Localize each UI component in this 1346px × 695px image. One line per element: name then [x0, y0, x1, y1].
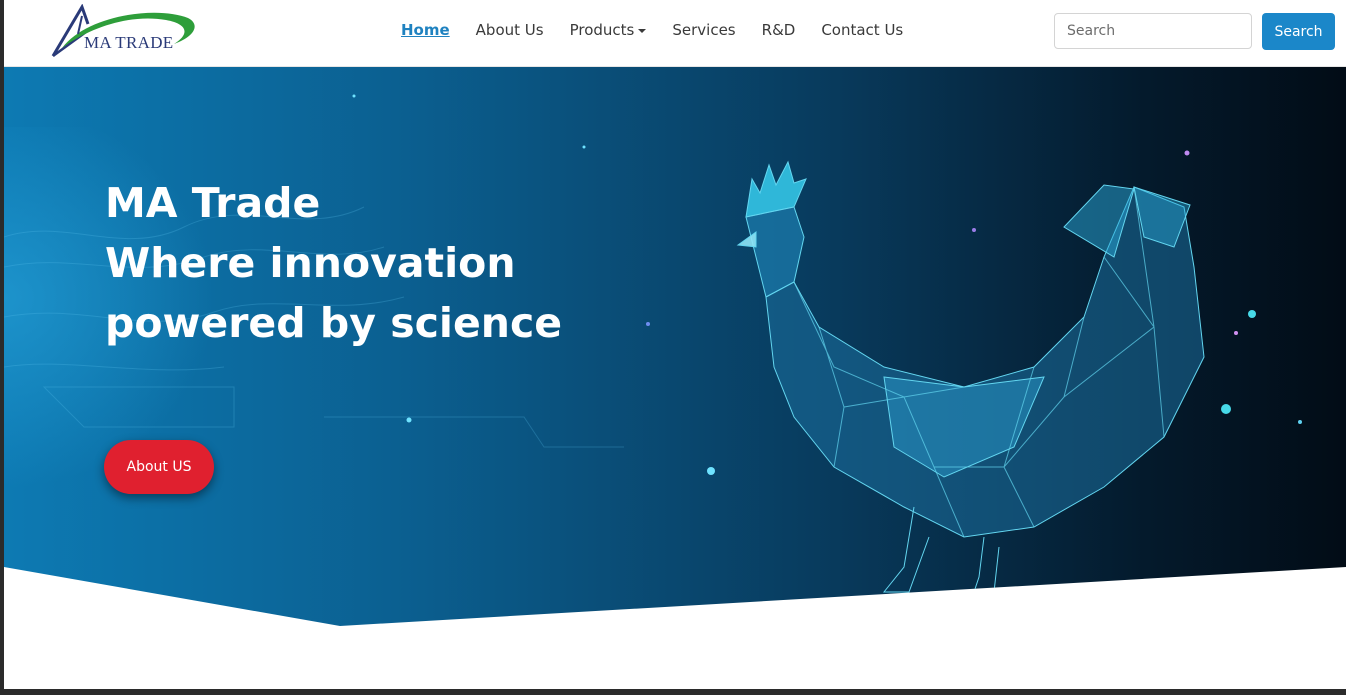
search-input[interactable]	[1054, 13, 1252, 49]
hero-title-line-1: MA Trade	[105, 179, 321, 227]
caret-down-icon	[638, 28, 647, 33]
nav-products-label: Products	[569, 21, 635, 39]
nav-services[interactable]: Services	[672, 21, 735, 39]
main-nav: Home About Us Products Services R&D Cont…	[401, 21, 929, 39]
nav-contact-us[interactable]: Contact Us	[821, 21, 903, 39]
search-button[interactable]: Search	[1262, 13, 1335, 50]
rooster-illustration	[736, 160, 1205, 593]
browser-viewport: MA TRADE Home About Us Products Services…	[4, 0, 1346, 689]
hero-banner: MA Trade Where innovation powered by sci…	[4, 67, 1346, 626]
nav-products[interactable]: Products	[570, 21, 647, 39]
nav-rnd[interactable]: R&D	[762, 21, 796, 39]
hero-title: MA Trade Where innovation powered by sci…	[105, 173, 562, 353]
navbar: MA TRADE Home About Us Products Services…	[4, 0, 1346, 67]
brand-logo[interactable]: MA TRADE	[48, 4, 198, 60]
nav-about-us[interactable]: About Us	[476, 21, 544, 39]
about-us-button[interactable]: About US	[104, 440, 214, 494]
hero-title-line-2: Where innovation	[105, 239, 516, 287]
nav-home[interactable]: Home	[401, 21, 450, 39]
hero-title-line-3: powered by science	[105, 299, 563, 347]
logo-text: MA TRADE	[84, 33, 174, 52]
